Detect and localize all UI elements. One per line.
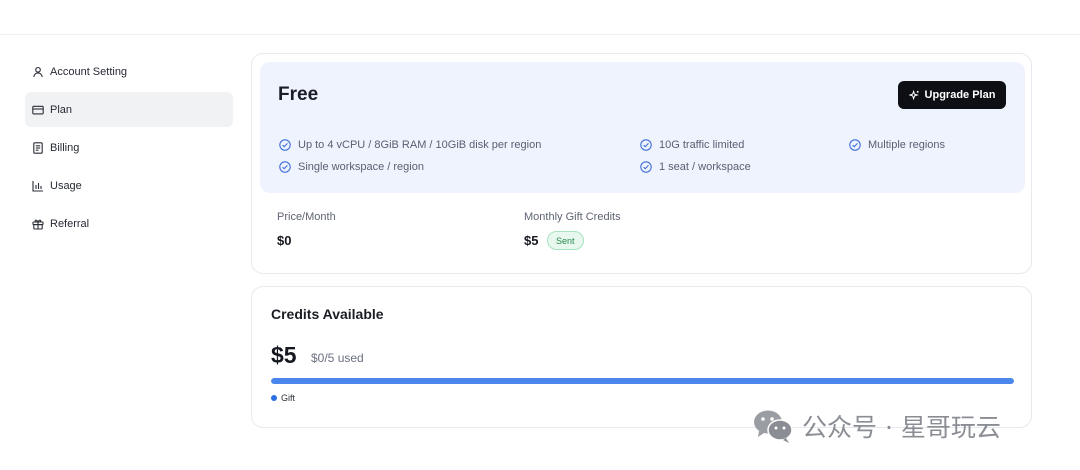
price-value: $0 [277,233,292,248]
check-circle-icon [640,161,652,173]
feature-item: Single workspace / region [279,161,424,173]
feature-text: Single workspace / region [298,161,424,173]
bar-chart-icon [32,180,44,192]
gift-icon [32,218,44,230]
credits-progress-fill [271,378,1014,384]
price-label: Price/Month [277,211,336,223]
sparkle-icon [908,89,919,100]
sidebar-item-label: Billing [50,141,80,154]
credits-card: Credits Available $5 $0/5 used Gift [251,286,1032,428]
feature-text: 1 seat / workspace [659,161,751,173]
feature-item: 1 seat / workspace [640,161,751,173]
feature-text: 10G traffic limited [659,139,745,151]
sidebar-item-usage[interactable]: Usage [25,168,233,203]
check-circle-icon [640,139,652,151]
sidebar-item-billing[interactable]: Billing [25,130,233,165]
plan-hero: Free Upgrade Plan Up to 4 vCPU / 8GiB RA… [260,62,1025,193]
credit-card-icon [32,104,44,116]
upgrade-plan-label: Upgrade Plan [924,89,996,101]
check-circle-icon [279,161,291,173]
plan-name: Free [278,84,319,105]
feature-item: 10G traffic limited [640,139,744,151]
credits-amount: $5 [271,342,297,368]
credits-used: $0/5 used [311,351,364,365]
feature-text: Multiple regions [868,139,946,151]
check-circle-icon [279,139,291,151]
feature-text: Up to 4 vCPU / 8GiB RAM / 10GiB disk per… [298,139,542,151]
status-badge: Sent [547,231,584,250]
document-icon [32,141,44,154]
sidebar-item-label: Referral [50,217,90,230]
top-bar [0,0,1080,35]
progress-legend: Gift [271,393,295,403]
legend-label: Gift [281,393,296,403]
legend-dot-icon [271,395,277,401]
wechat-icon [754,410,793,443]
sidebar-item-label: Account Setting [50,65,128,78]
sidebar-item-account-setting[interactable]: Account Setting [25,54,233,89]
sidebar-item-referral[interactable]: Referral [25,206,233,241]
sidebar: Account Setting Plan Billing Usage Refer… [25,54,233,244]
watermark: 公众号 · 星哥玩云 [752,408,1001,444]
watermark-text: 公众号 · 星哥玩云 [802,413,1001,442]
credits-title: Credits Available [271,306,384,322]
gift-credits-value: $5 [524,233,539,248]
feature-item: Up to 4 vCPU / 8GiB RAM / 10GiB disk per… [279,139,541,151]
credits-progress-bar [271,378,1014,384]
user-icon [32,66,44,78]
plan-card: Free Upgrade Plan Up to 4 vCPU / 8GiB RA… [251,53,1032,274]
feature-item: Multiple regions [849,139,945,151]
sidebar-item-plan[interactable]: Plan [25,92,233,127]
sidebar-item-label: Usage [50,179,82,192]
sidebar-item-label: Plan [50,103,73,116]
check-circle-icon [849,139,861,151]
upgrade-plan-button[interactable]: Upgrade Plan [898,81,1006,109]
gift-credits-label: Monthly Gift Credits [524,211,621,223]
